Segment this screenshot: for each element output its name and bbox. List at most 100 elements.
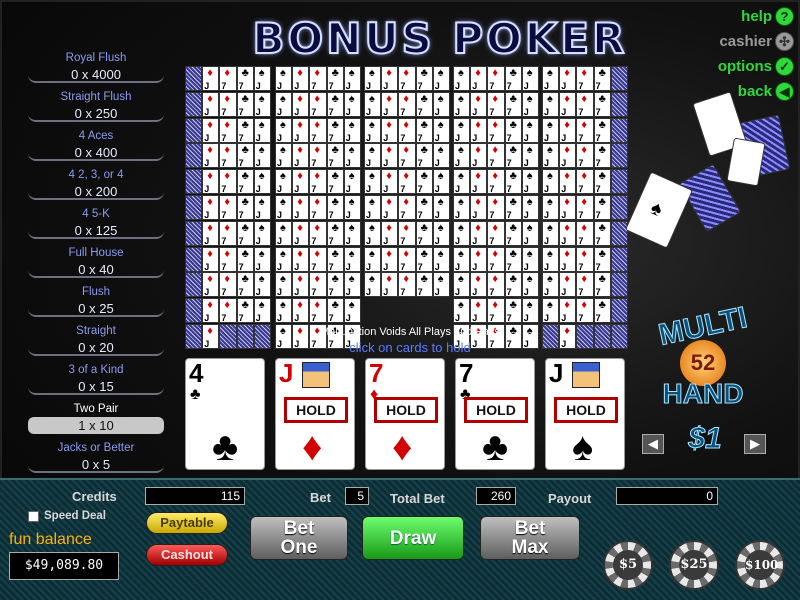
mini-card: ♠ J	[364, 143, 382, 169]
denomination-up-button[interactable]: ▶	[744, 434, 766, 454]
bet-max-button[interactable]: Bet Max	[480, 516, 580, 560]
speed-deal-checkbox[interactable]	[28, 510, 39, 522]
mini-card-suit: ♠	[258, 67, 265, 79]
mini-card: ♦ J	[202, 246, 220, 272]
mini-card-rank: 7	[328, 261, 334, 272]
mini-card-suit: ♦	[386, 273, 392, 286]
hand-card-5[interactable]: J ♠ HOLD	[545, 358, 625, 470]
mini-card-rank: J	[383, 106, 389, 117]
mini-card-suit: ♦	[297, 67, 303, 79]
mini-card-rank: J	[544, 158, 550, 169]
mini-hand: ♦ J ♦ 7 ♣ 7 ♠ J	[185, 91, 271, 118]
mini-card-rank: J	[472, 261, 478, 272]
mini-card-back	[185, 298, 203, 324]
mini-card-rank: 7	[328, 132, 334, 143]
mini-hand: ♠ J ♦ J ♦ 7 ♣ 7 ♠ J	[275, 298, 361, 324]
mini-card: ♠ J	[343, 169, 361, 195]
mini-card-suit: ♦	[314, 144, 320, 157]
mini-card-suit: ♦	[386, 247, 392, 260]
mini-card-rank: 7	[578, 132, 584, 143]
hold-badge: HOLD	[374, 397, 438, 423]
mini-card: ♠ J	[453, 220, 471, 246]
mini-card: ♣ 7	[326, 246, 344, 272]
card-suit: ♦	[392, 425, 413, 469]
mini-card: ♠ J	[253, 246, 271, 272]
mini-card-rank: 7	[506, 235, 512, 246]
mini-hand: ♠ J ♦ J ♦ 7 ♣ 7 ♠ J	[453, 246, 539, 273]
mini-card-rank: J	[544, 132, 550, 143]
mini-card: ♠ J	[542, 143, 560, 169]
denomination-down-button[interactable]: ◀	[642, 434, 664, 454]
mini-card-rank: J	[255, 132, 261, 143]
mini-card: ♦ J	[381, 117, 399, 143]
mini-card-back	[185, 323, 203, 349]
hand-card-2[interactable]: J ♦ HOLD	[275, 358, 355, 470]
mini-card: ♦ J	[381, 66, 399, 91]
mini-card-rank: 7	[417, 209, 423, 220]
mini-card-rank: J	[383, 235, 389, 246]
mini-card-rank: 7	[311, 106, 317, 117]
nav-options-label: options	[717, 58, 772, 75]
mini-card: ♦ 7	[219, 194, 237, 220]
nav-options-link[interactable]: options ✓	[684, 54, 794, 79]
mini-card: ♣ 7	[326, 143, 344, 169]
cashout-button[interactable]: Cashout	[146, 544, 228, 566]
mini-card: ♠ J	[364, 66, 382, 91]
mini-card-suit: ♦	[492, 144, 498, 157]
hand-card-4[interactable]: 7 ♣ ♣ HOLD	[455, 358, 535, 470]
mini-card-suit: ♠	[369, 170, 375, 183]
mini-hand: ♠ J ♦ J ♦ 7 ♣ 7 ♠ J	[364, 66, 450, 92]
mini-card-suit: ♠	[547, 118, 553, 131]
mini-card-suit: ♦	[314, 221, 320, 234]
mini-card: ♣ 7	[236, 143, 254, 169]
mini-card-rank: J	[544, 81, 550, 91]
chip-100-button[interactable]: $100	[735, 540, 785, 590]
mini-card-rank: J	[383, 132, 389, 143]
mini-card-suit: ♣	[598, 67, 606, 79]
mini-hand: ♠ J ♦ J ♦ 7 ♣ 7	[542, 272, 628, 298]
mini-card: ♦ 7	[398, 272, 416, 298]
mini-card: ♦ J	[292, 66, 310, 91]
mini-card-suit: ♣	[509, 67, 517, 79]
mini-card-rank: J	[277, 158, 283, 169]
mini-card-suit: ♦	[475, 118, 481, 131]
mini-card-rank: 7	[328, 106, 334, 117]
mini-card-rank: 7	[489, 209, 495, 220]
mini-card-suit: ♣	[241, 247, 249, 260]
nav-help-link[interactable]: help?	[684, 4, 794, 29]
mini-card-rank: 7	[328, 209, 334, 220]
mini-hand: ♠ J ♦ J ♦ 7 ♣ 7 ♠ J	[275, 66, 361, 92]
mini-card-rank: 7	[489, 287, 495, 298]
mini-card-rank: J	[544, 106, 550, 117]
mini-card-rank: J	[523, 235, 529, 246]
draw-button[interactable]: Draw	[362, 516, 464, 560]
hand-card-3[interactable]: 7 ♦ ♦ HOLD	[365, 358, 445, 470]
paytable-button[interactable]: Paytable	[146, 512, 228, 534]
mini-card-rank: J	[345, 235, 351, 246]
mini-card-suit: ♣	[241, 92, 249, 105]
mini-card-rank: J	[204, 235, 210, 246]
mini-card-back	[610, 220, 628, 246]
mini-card-rank: J	[255, 106, 261, 117]
bet-one-button[interactable]: Bet One	[250, 516, 348, 560]
mini-card-suit: ♦	[314, 67, 320, 79]
mini-card-rank: 7	[417, 261, 423, 272]
mini-card-suit: ♠	[280, 92, 286, 105]
paytable-row: Straight 0 x 20	[28, 323, 164, 362]
mini-card-suit: ♣	[241, 170, 249, 183]
chip-5-button[interactable]: $5	[603, 540, 653, 590]
mini-card-suit: ♦	[297, 144, 303, 157]
mini-card-rank: J	[561, 313, 567, 324]
mini-card-suit: ♣	[420, 247, 428, 260]
hand-card-1[interactable]: 4 ♣ ♣	[185, 358, 265, 470]
chip-25-button[interactable]: $25	[669, 540, 719, 590]
mini-card: ♣ 7	[504, 169, 522, 195]
mini-card-suit: ♠	[458, 118, 464, 131]
mini-card-rank: J	[455, 261, 461, 272]
mini-card-suit: ♠	[526, 195, 533, 208]
paytable-hand-name: 4 Aces	[78, 130, 114, 142]
speed-deal-toggle[interactable]: Speed Deal	[28, 510, 106, 522]
mini-card: ♦ J	[470, 169, 488, 195]
nav-cashier-link[interactable]: cashier ✣	[684, 29, 794, 54]
mini-card-suit: ♠	[258, 221, 265, 234]
